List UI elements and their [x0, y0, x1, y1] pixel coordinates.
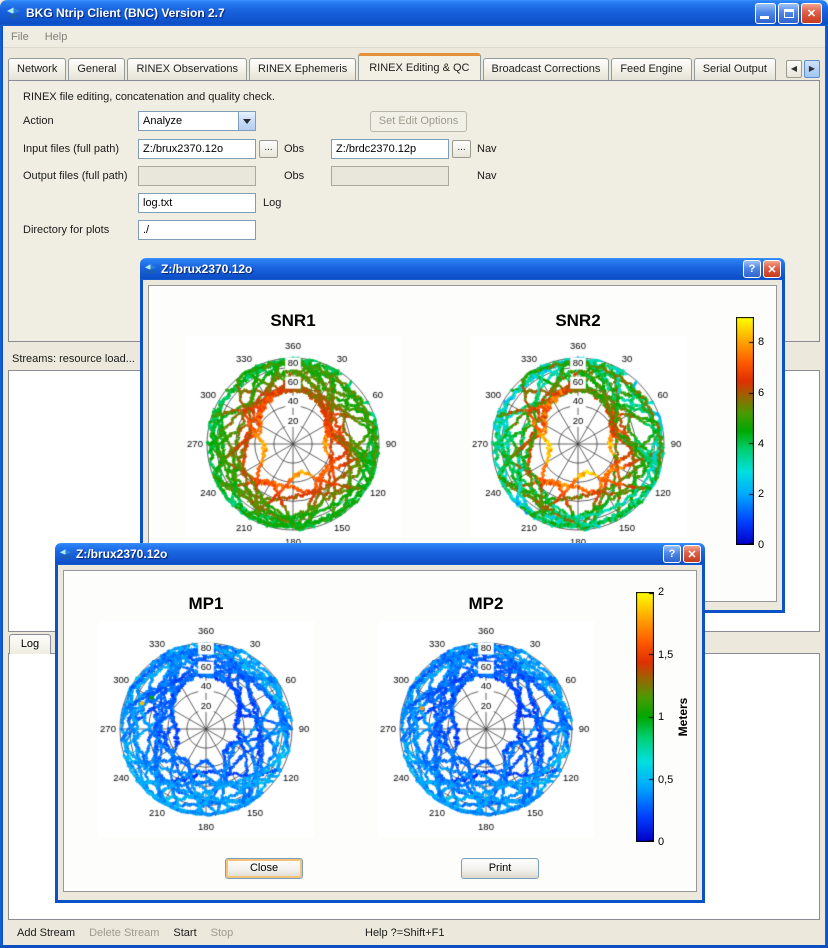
mp-dialog-titlebar[interactable]: Z:/brux2370.12o ? ✕: [55, 543, 705, 565]
minimize-button[interactable]: [755, 3, 776, 24]
bnc-app-icon: [59, 548, 72, 561]
snr-dialog-close-button[interactable]: ✕: [763, 260, 781, 278]
help-icon: ?: [669, 548, 676, 560]
snr2-plot-title: SNR2: [518, 311, 638, 331]
menu-help[interactable]: Help: [37, 28, 76, 46]
output-nav-field: [331, 166, 449, 186]
bottom-action-bar: Add Stream Delete Stream Start Stop Help…: [3, 920, 825, 945]
tab-broadcast-corrections[interactable]: Broadcast Corrections: [483, 58, 610, 80]
mp-colorbar-unit-label: Meters: [676, 687, 690, 747]
bnc-app-icon: [6, 6, 21, 21]
snr-dialog-title: Z:/brux2370.12o: [161, 262, 741, 276]
colorbar-tick-label: 1,5: [658, 649, 673, 661]
tab-rinex-ephemeris[interactable]: RINEX Ephemeris: [249, 58, 356, 80]
nav-output-suffix: Nav: [477, 170, 497, 182]
input-files-label: Input files (full path): [23, 143, 119, 155]
input-obs-field[interactable]: [138, 139, 256, 159]
mp-plot-dialog: Z:/brux2370.12o ? ✕ MP1 MP2 0 0,5 1 1,5 2 Me…: [55, 543, 705, 903]
colorbar-tick-label: 2: [658, 586, 664, 598]
colorbar-tick-label: 8: [758, 336, 764, 348]
browse-nav-button[interactable]: ...: [452, 140, 471, 158]
tab-scroll-right-button[interactable]: ▶: [804, 60, 820, 78]
tab-scroll-controls: ◀ ▶: [784, 60, 820, 78]
tab-serial-output[interactable]: Serial Output: [694, 58, 776, 80]
mp-dialog-close-action-button[interactable]: Close: [225, 858, 303, 879]
mp-dialog-title: Z:/brux2370.12o: [76, 547, 661, 561]
main-window: BKG Ntrip Client (BNC) Version 2.7 ✕ Fil…: [0, 0, 828, 948]
log-suffix: Log: [263, 197, 281, 209]
close-icon: ✕: [767, 263, 776, 276]
mp-dialog-close-button[interactable]: ✕: [683, 545, 701, 563]
window-border-left: [0, 26, 3, 948]
colorbar-tick-label: 2: [758, 488, 764, 500]
mp-dialog-body: MP1 MP2 0 0,5 1 1,5 2 Meters Close Print: [55, 565, 705, 903]
obs-output-suffix: Obs: [284, 170, 304, 182]
tab-network[interactable]: Network: [8, 58, 66, 80]
colorbar-tick-label: 6: [758, 387, 764, 399]
help-shortcut-text: Help ?=Shift+F1: [365, 927, 445, 939]
mp-dialog-help-button[interactable]: ?: [663, 545, 681, 563]
colorbar-tick-label: 0: [758, 539, 764, 551]
tab-feed-engine[interactable]: Feed Engine: [611, 58, 691, 80]
tab-general[interactable]: General: [68, 58, 125, 80]
obs-input-suffix: Obs: [284, 143, 304, 155]
window-title: BKG Ntrip Client (BNC) Version 2.7: [26, 6, 753, 20]
output-obs-field: [138, 166, 256, 186]
tab-scroll-left-button[interactable]: ◀: [786, 60, 802, 78]
mp2-plot-title: MP2: [426, 594, 546, 614]
add-stream-button[interactable]: Add Stream: [17, 927, 75, 939]
stop-button: Stop: [211, 927, 234, 939]
browse-obs-button[interactable]: ...: [259, 140, 278, 158]
set-edit-options-button: Set Edit Options: [370, 111, 467, 132]
delete-stream-button: Delete Stream: [89, 927, 159, 939]
action-value: Analyze: [143, 115, 182, 127]
mp-colorbar: [636, 592, 654, 842]
colorbar-tick-label: 1: [658, 711, 664, 723]
log-tab[interactable]: Log: [9, 634, 51, 654]
tab-rinex-editing-qc[interactable]: RINEX Editing & QC: [358, 53, 480, 80]
plots-dir-label: Directory for plots: [23, 224, 109, 236]
output-files-label: Output files (full path): [23, 170, 128, 182]
chevron-left-icon: ◀: [791, 64, 797, 73]
snr2-skyplot: [470, 336, 686, 552]
minimize-icon: [760, 16, 769, 19]
main-titlebar[interactable]: BKG Ntrip Client (BNC) Version 2.7 ✕: [0, 0, 828, 26]
colorbar-tick-label: 0,5: [658, 774, 673, 786]
menu-file[interactable]: File: [3, 28, 37, 46]
snr-dialog-help-button[interactable]: ?: [743, 260, 761, 278]
close-icon: ✕: [807, 7, 816, 20]
streams-status-label: Streams: resource load...: [12, 353, 135, 365]
nav-input-suffix: Nav: [477, 143, 497, 155]
mp1-plot-title: MP1: [146, 594, 266, 614]
maximize-button[interactable]: [778, 3, 799, 24]
tabbar: Network General RINEX Observations RINEX…: [8, 52, 820, 80]
close-button[interactable]: ✕: [801, 3, 822, 24]
help-icon: ?: [749, 263, 756, 275]
close-icon: ✕: [687, 548, 696, 561]
panel-description: RINEX file editing, concatenation and qu…: [23, 91, 275, 103]
plots-dir-field[interactable]: [138, 220, 256, 240]
log-file-field[interactable]: [138, 193, 256, 213]
dropdown-arrow-icon[interactable]: [238, 112, 255, 130]
snr1-skyplot: [185, 336, 401, 552]
maximize-icon: [784, 9, 794, 18]
tab-rinex-observations[interactable]: RINEX Observations: [127, 58, 246, 80]
snr1-plot-title: SNR1: [233, 311, 353, 331]
menubar: File Help: [3, 26, 825, 48]
mp2-skyplot: [378, 621, 594, 837]
mp1-skyplot: [98, 621, 314, 837]
action-combobox[interactable]: Analyze: [138, 111, 256, 131]
colorbar-tick-label: 4: [758, 438, 764, 450]
bnc-app-icon: [144, 263, 157, 276]
mp-dialog-print-button[interactable]: Print: [461, 858, 539, 879]
action-label: Action: [23, 115, 54, 127]
chevron-right-icon: ▶: [809, 64, 815, 73]
snr-colorbar: [736, 317, 754, 545]
snr-dialog-titlebar[interactable]: Z:/brux2370.12o ? ✕: [140, 258, 785, 280]
input-nav-field[interactable]: [331, 139, 449, 159]
colorbar-tick-label: 0: [658, 836, 664, 848]
start-button[interactable]: Start: [173, 927, 196, 939]
